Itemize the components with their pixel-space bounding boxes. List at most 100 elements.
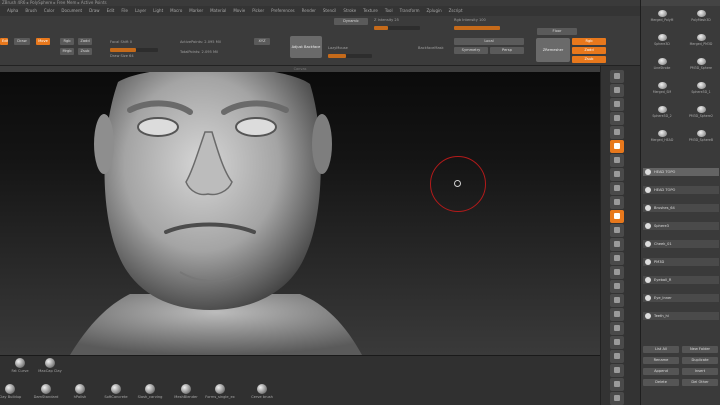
focal-shift-slider[interactable] (110, 48, 158, 52)
tool-thumbnail[interactable]: Merged_HEAD (643, 130, 681, 142)
subtool-action-button[interactable]: Append (643, 368, 679, 375)
menu-item[interactable]: Light (153, 6, 163, 16)
view-tool-icon[interactable] (610, 112, 624, 125)
brush-preset[interactable]: MaxCap Clay (32, 358, 68, 373)
subtool-item[interactable]: Eye_Inner (643, 294, 719, 302)
view-tool-icon[interactable] (610, 392, 624, 405)
z-intensity-slider[interactable] (374, 26, 420, 30)
lazy-mouse-slider[interactable] (328, 54, 372, 58)
menu-item[interactable]: Document (61, 6, 82, 16)
menu-item[interactable]: Edit (107, 6, 115, 16)
zadd-mode-button[interactable]: Zadd (572, 47, 606, 54)
subtool-item[interactable]: Sphere3 (643, 222, 719, 230)
subtool-action-button[interactable]: Insert (682, 368, 718, 375)
local-button[interactable]: Local (454, 38, 524, 45)
subtool-item[interactable]: HEAD TOPO (643, 168, 719, 176)
view-tool-icon[interactable] (610, 322, 624, 335)
menu-item[interactable]: Layer (135, 6, 146, 16)
view-tool-icon[interactable] (610, 182, 624, 195)
view-tool-icon[interactable] (610, 154, 624, 167)
brush-preset[interactable]: Clay Buildup (0, 384, 28, 399)
menu-item[interactable]: Stroke (343, 6, 356, 16)
subtool-item[interactable]: HEAD TOPO (643, 186, 719, 194)
menu-item[interactable]: File (121, 6, 128, 16)
subtool-action-button[interactable]: Rename (643, 357, 679, 364)
subtool-action-button[interactable]: New Folder (682, 346, 718, 353)
mrgb-button[interactable]: Mrgb (60, 48, 74, 55)
view-tool-icon[interactable] (610, 350, 624, 363)
view-tool-icon[interactable] (610, 70, 624, 83)
view-tool-icon[interactable] (610, 126, 624, 139)
view-tool-icon[interactable] (610, 224, 624, 237)
persp-button[interactable]: Persp (490, 47, 524, 54)
zsub-button[interactable]: Zsub (78, 48, 92, 55)
subtool-item[interactable]: Teeth_hi (643, 312, 719, 320)
rgb-intensity-slider[interactable] (454, 26, 500, 30)
menu-item[interactable]: Render (302, 6, 316, 16)
zsub-mode-button[interactable]: Zsub (572, 56, 606, 63)
subtool-action-button[interactable]: List All (643, 346, 679, 353)
menu-item[interactable]: Picker (252, 6, 264, 16)
view-tool-icon[interactable] (610, 266, 624, 279)
menu-item[interactable]: Draw (89, 6, 99, 16)
rgb-button[interactable]: Rgb (60, 38, 74, 45)
subtool-action-button[interactable]: Del Other (682, 379, 718, 386)
menu-item[interactable]: Texture (363, 6, 378, 16)
edit-button[interactable]: Edit (0, 38, 8, 45)
adjust-backface-button[interactable]: Adjust Backface (290, 36, 322, 58)
tool-thumbnail[interactable]: PM3D_Sphere (682, 58, 720, 70)
subtool-action-button[interactable]: Duplicate (682, 357, 718, 364)
menu-item[interactable]: Marker (189, 6, 203, 16)
rgb-mode-button[interactable]: Rgb (572, 38, 606, 45)
dynamic-button[interactable]: Dynamic (334, 18, 368, 25)
menu-item[interactable]: Brush (25, 6, 37, 16)
brush-preset[interactable]: MeshBlender (168, 384, 204, 399)
zadd-button[interactable]: Zadd (78, 38, 92, 45)
view-tool-icon[interactable] (610, 168, 624, 181)
brush-preset[interactable]: hPolish (62, 384, 98, 399)
menu-item[interactable]: Material (210, 6, 226, 16)
menu-item[interactable]: Transform (400, 6, 420, 16)
brush-preset[interactable]: Cerve brush (244, 384, 280, 399)
tool-thumbnail[interactable]: Merged_PM3D (682, 34, 720, 46)
menu-item[interactable]: Zscript (449, 6, 463, 16)
tool-thumbnail[interactable]: Merged_SM (643, 82, 681, 94)
brush-preset[interactable]: SoftConcrete (98, 384, 134, 399)
subtool-action-button[interactable]: Delete (643, 379, 679, 386)
brush-preset[interactable]: Forms_single_ex (202, 384, 238, 399)
tool-thumbnail[interactable]: LineStroke (643, 58, 681, 70)
sculpt-canvas[interactable] (0, 72, 600, 355)
view-tool-icon[interactable] (610, 336, 624, 349)
zremesher-button[interactable]: ZRemesher (536, 38, 570, 62)
subtool-item[interactable]: Eyeball_R (643, 276, 719, 284)
tool-thumbnail[interactable]: PM3D_SphereB (682, 130, 720, 142)
view-tool-icon[interactable] (610, 252, 624, 265)
menu-item[interactable]: Stencil (323, 6, 337, 16)
brush-preset[interactable]: Slash_carving (132, 384, 168, 399)
z-intensity-button[interactable]: XYZ (254, 38, 270, 45)
symmetry-button[interactable]: Symmetry (454, 47, 488, 54)
view-tool-icon[interactable] (610, 98, 624, 111)
menu-item[interactable]: Preferences (271, 6, 295, 16)
menu-item[interactable]: Color (44, 6, 54, 16)
draw-button[interactable]: Draw (14, 38, 30, 45)
brush-preset[interactable]: DamStandard (28, 384, 64, 399)
view-tool-icon[interactable] (610, 196, 624, 209)
menu-item[interactable]: Macro (170, 6, 182, 16)
view-tool-icon[interactable] (610, 364, 624, 377)
menu-item[interactable]: Alpha (7, 6, 18, 16)
tool-thumbnail[interactable]: Sphere3D (643, 34, 681, 46)
view-tool-icon[interactable] (610, 280, 624, 293)
menu-item[interactable]: Movie (233, 6, 245, 16)
subtool-item[interactable]: PM3D (643, 258, 719, 266)
view-tool-icon[interactable] (610, 294, 624, 307)
move-button[interactable]: Move (36, 38, 50, 45)
view-tool-icon[interactable] (610, 84, 624, 97)
floor-button[interactable]: Floor (537, 28, 577, 35)
view-tool-icon[interactable] (610, 308, 624, 321)
view-tool-icon[interactable] (610, 378, 624, 391)
subtool-item[interactable]: Brushes_64 (643, 204, 719, 212)
view-tool-icon[interactable] (610, 140, 624, 153)
subtool-item[interactable]: Cheek_01 (643, 240, 719, 248)
menu-item[interactable]: Tool (385, 6, 393, 16)
